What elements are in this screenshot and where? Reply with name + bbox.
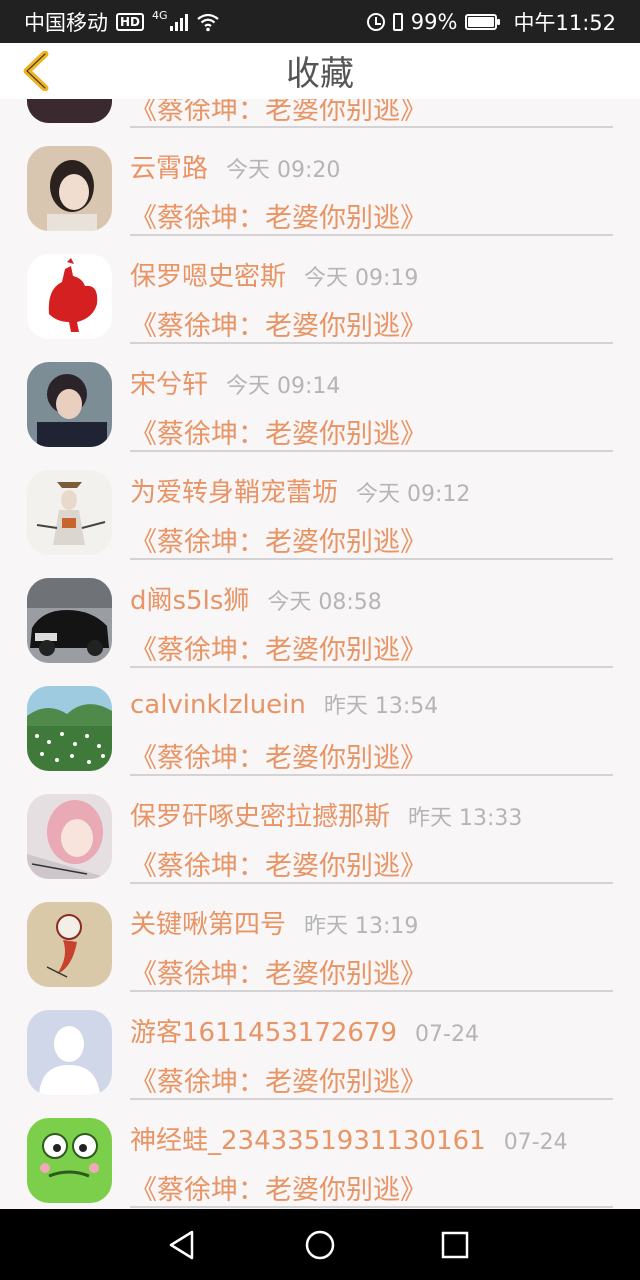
timestamp: 昨天 13:33 [408,806,523,831]
list-item[interactable]: 云霄路 今天 09:20 《蔡徐坤：老婆你别逃》 [0,128,640,236]
avatar[interactable] [27,902,112,987]
list-item[interactable]: 宋兮轩 今天 09:14 《蔡徐坤：老婆你别逃》 [0,344,640,452]
timestamp: 07-24 [503,1130,568,1155]
avatar[interactable] [27,146,112,231]
favorite-title[interactable]: 《蔡徐坤：老婆你别逃》 [130,952,427,991]
avatar[interactable] [27,470,112,555]
favorite-title[interactable]: 《蔡徐坤：老婆你别逃》 [130,628,427,667]
user-name[interactable]: 为爱转身鞘宠蕾坜 [130,472,338,509]
square-recents-icon [441,1231,469,1259]
list-item[interactable]: 神经蛙_2343351931130161 07-24 《蔡徐坤：老婆你别逃》 [0,1100,640,1208]
avatar[interactable] [27,254,112,339]
avatar[interactable] [27,99,112,123]
avatar[interactable] [27,686,112,771]
list-item[interactable]: 为爱转身鞘宠蕾坜 今天 09:12 《蔡徐坤：老婆你别逃》 [0,452,640,560]
circle-home-icon [305,1230,335,1260]
carrier-name: 中国移动 [24,10,108,35]
avatar[interactable] [27,1118,112,1203]
nav-recents-button[interactable] [437,1227,473,1263]
vibrate-icon [392,12,403,31]
favorite-title[interactable]: 《蔡徐坤：老婆你别逃》 [130,412,427,451]
user-name[interactable]: d阚s5ls狮 [130,580,249,617]
avatar[interactable] [27,578,112,663]
list-item[interactable]: calvinklzluein 昨天 13:54 《蔡徐坤：老婆你别逃》 [0,668,640,776]
nav-home-button[interactable] [302,1227,338,1263]
user-name[interactable]: 神经蛙_2343351931130161 [130,1120,486,1157]
timestamp: 昨天 13:19 [304,914,419,939]
signal-icon [169,13,188,31]
nav-back-button[interactable] [164,1227,200,1263]
user-name[interactable]: 保罗矸啄史密拉撼那斯 [130,796,390,833]
timestamp: 今天 09:12 [356,482,471,507]
user-name[interactable]: 游客1611453172679 [130,1012,397,1049]
list-item[interactable]: 游客1611453172679 07-24 《蔡徐坤：老婆你别逃》 [0,992,640,1100]
list-item[interactable]: d阚s5ls狮 今天 08:58 《蔡徐坤：老婆你别逃》 [0,560,640,668]
user-name[interactable]: 云霄路 [130,148,208,185]
list-item[interactable]: 《蔡徐坤：老婆你别逃》 [0,99,640,128]
hd-badge: HD [116,12,145,31]
wifi-icon [196,13,219,31]
favorites-list[interactable]: 《蔡徐坤：老婆你别逃》 云霄路 今天 09:20 《蔡徐坤：老婆你别逃》 保罗嗯史… [0,99,640,1209]
favorite-title[interactable]: 《蔡徐坤：老婆你别逃》 [130,520,427,559]
list-item[interactable]: 保罗矸啄史密拉撼那斯 昨天 13:33 《蔡徐坤：老婆你别逃》 [0,776,640,884]
status-bar: 中国移动 HD 4G 99% 中午11:52 [0,0,640,43]
clock: 中午11:52 [513,10,616,35]
user-name[interactable]: 关键啾第四号 [130,904,286,941]
favorite-title[interactable]: 《蔡徐坤：老婆你别逃》 [130,844,427,883]
status-right: 99% 中午11:52 [366,7,616,37]
list-item[interactable]: 保罗嗯史密斯 今天 09:19 《蔡徐坤：老婆你别逃》 [0,236,640,344]
timestamp: 07-24 [415,1022,479,1047]
user-name[interactable]: 宋兮轩 [130,364,208,401]
avatar[interactable] [27,794,112,879]
avatar[interactable] [27,1010,112,1095]
list-item[interactable]: 关键啾第四号 昨天 13:19 《蔡徐坤：老婆你别逃》 [0,884,640,992]
favorite-title[interactable]: 《蔡徐坤：老婆你别逃》 [130,196,427,235]
battery-icon [465,13,501,30]
timestamp: 昨天 13:54 [323,694,439,719]
favorite-title[interactable]: 《蔡徐坤：老婆你别逃》 [130,1060,427,1099]
favorite-title[interactable]: 《蔡徐坤：老婆你别逃》 [130,304,427,343]
navigation-bar [0,1209,640,1280]
status-left: 中国移动 HD 4G [24,7,220,37]
timestamp: 今天 09:14 [226,374,341,399]
favorite-title[interactable]: 《蔡徐坤：老婆你别逃》 [130,1168,427,1207]
triangle-back-icon [169,1230,194,1260]
avatar[interactable] [27,362,112,447]
user-name[interactable]: 保罗嗯史密斯 [130,256,286,293]
battery-percent: 99% [410,9,458,34]
user-name[interactable]: calvinklzluein [130,690,306,720]
timestamp: 今天 08:58 [267,590,382,615]
divider [130,1206,613,1208]
page-title: 收藏 [286,54,354,94]
header: 收藏 [0,43,640,99]
favorite-title[interactable]: 《蔡徐坤：老婆你别逃》 [130,99,427,127]
timestamp: 今天 09:20 [226,158,341,183]
alarm-icon [366,12,385,31]
timestamp: 今天 09:19 [304,266,419,291]
favorite-title[interactable]: 《蔡徐坤：老婆你别逃》 [130,736,427,775]
network-type: 4G [152,9,168,22]
